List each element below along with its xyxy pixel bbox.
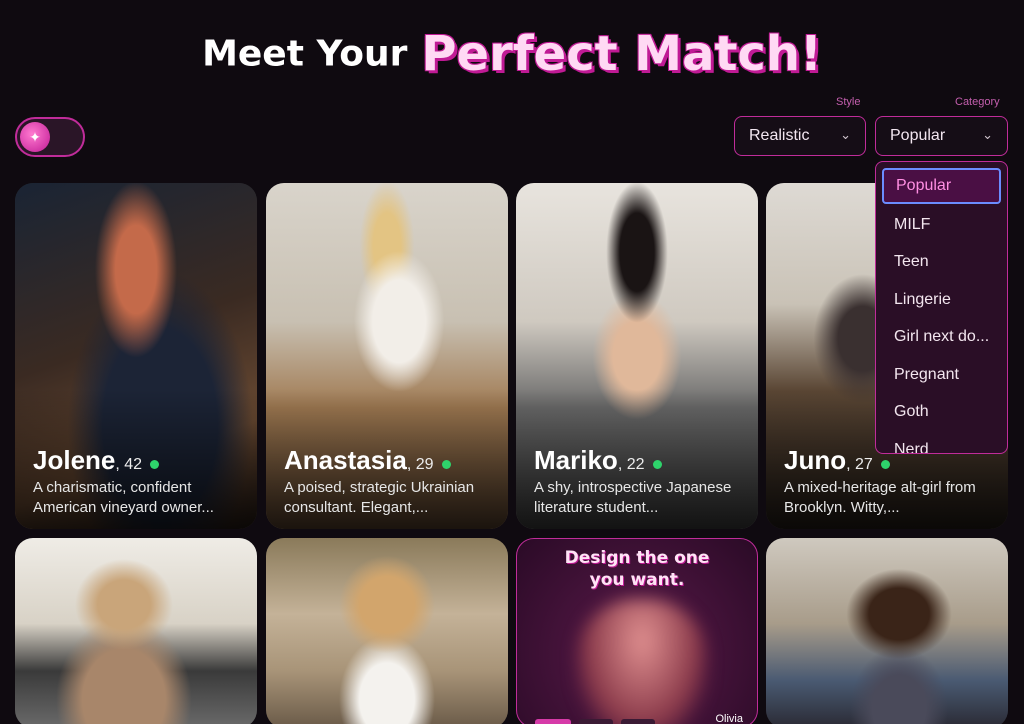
category-option-girl-next-door[interactable]: Girl next do... — [882, 319, 1001, 355]
category-select-value: Popular — [890, 127, 946, 144]
character-name: Jolene — [33, 445, 116, 475]
character-card[interactable] — [15, 538, 257, 724]
character-photo — [266, 538, 508, 724]
title-part2: Perfect Match! — [421, 26, 822, 82]
character-card[interactable] — [766, 538, 1008, 724]
character-age: , 29 — [406, 456, 434, 473]
character-photo — [15, 538, 257, 724]
character-photo — [766, 538, 1008, 724]
category-option-milf[interactable]: MILF — [882, 207, 1001, 243]
category-option-goth[interactable]: Goth — [882, 394, 1001, 430]
character-description: A charismatic, confident American vineya… — [33, 479, 214, 516]
sparkle-icon: ✦ — [20, 122, 50, 152]
page-title: Meet Your Perfect Match! — [0, 26, 1024, 82]
category-option-teen[interactable]: Teen — [882, 244, 1001, 280]
category-select[interactable]: Popular ⌄ — [875, 116, 1008, 156]
promo-text: Design the one you want. — [517, 547, 757, 591]
mode-toggle[interactable]: ✦ — [15, 117, 85, 157]
online-indicator — [652, 460, 662, 470]
create-character-card[interactable]: Design the one you want. Olivia — [516, 538, 758, 724]
category-option-pregnant[interactable]: Pregnant — [882, 357, 1001, 393]
character-age: , 42 — [115, 456, 143, 473]
card-name-row: Anastasia, 29 — [284, 445, 451, 476]
promo-chip — [535, 719, 571, 724]
character-description: A poised, strategic Ukrainian consultant… — [284, 479, 475, 516]
promo-chip — [621, 719, 655, 724]
character-name: Mariko — [534, 445, 618, 475]
character-card[interactable] — [266, 538, 508, 724]
character-description: A shy, introspective Japanese literature… — [534, 479, 732, 516]
card-name-row: Jolene, 42 — [33, 445, 160, 476]
chevron-down-icon: ⌄ — [982, 127, 993, 142]
online-indicator — [441, 460, 451, 470]
promo-name: Olivia — [715, 713, 743, 724]
character-card[interactable]: Anastasia, 29 A poised, strategic Ukrain… — [266, 183, 508, 529]
chevron-down-icon: ⌄ — [840, 127, 851, 142]
character-age: , 22 — [617, 456, 645, 473]
category-option-popular[interactable]: Popular — [882, 168, 1001, 204]
blurred-preview — [577, 599, 707, 724]
online-indicator — [880, 460, 890, 470]
promo-line1: Design the one — [564, 548, 710, 568]
card-name-row: Mariko, 22 — [534, 445, 662, 476]
style-select-value: Realistic — [749, 127, 810, 144]
character-name: Juno — [784, 445, 847, 475]
category-label: Category — [955, 96, 1000, 108]
character-name: Anastasia — [284, 445, 407, 475]
category-dropdown: Popular MILF Teen Lingerie Girl next do.… — [875, 161, 1008, 454]
character-description: A mixed-heritage alt-girl from Brooklyn.… — [784, 479, 976, 516]
style-label: Style — [836, 96, 861, 108]
online-indicator — [150, 460, 160, 470]
style-select[interactable]: Realistic ⌄ — [734, 116, 866, 156]
card-name-row: Juno, 27 — [784, 445, 890, 476]
promo-line2: you want. — [589, 570, 685, 590]
character-age: , 27 — [846, 456, 873, 473]
character-card[interactable]: Jolene, 42 A charismatic, confident Amer… — [15, 183, 257, 529]
character-card[interactable]: Mariko, 22 A shy, introspective Japanese… — [516, 183, 758, 529]
category-option-lingerie[interactable]: Lingerie — [882, 282, 1001, 318]
category-option-nerd[interactable]: Nerd — [882, 432, 1001, 453]
title-part1: Meet Your — [202, 33, 408, 75]
promo-chip — [579, 719, 613, 724]
